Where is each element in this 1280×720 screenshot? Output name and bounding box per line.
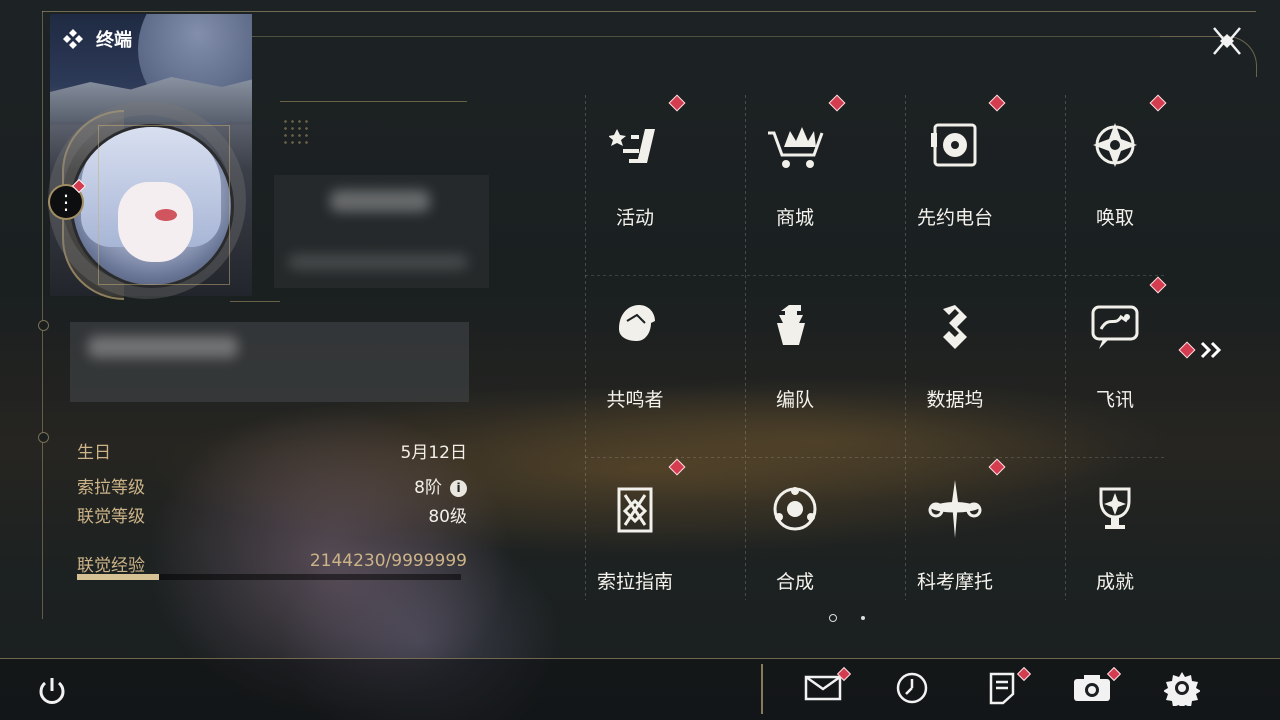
bottom-divider-line [0,658,1280,659]
convene-icon [1080,110,1150,180]
settings-gear-icon [1164,672,1200,706]
close-icon [1213,27,1241,55]
more-vertical-icon: ⋮ [56,190,76,214]
team-chess-icon [760,292,830,362]
clock-icon [896,672,928,704]
menu-item-convene[interactable]: 唤取 [1055,100,1175,250]
menu-item-data-bank[interactable]: 数据坞 [895,282,1015,432]
stat-label: 生日 [77,443,111,463]
menu-item-motorcycle[interactable]: 科考摩托 [895,464,1015,614]
stat-birthday: 生日 5月12日 [77,438,467,463]
menu-item-label: 编队 [775,389,814,411]
menu-item-shop[interactable]: 商城 [735,100,855,250]
info-icon[interactable]: i [450,479,467,497]
shop-cart-icon [760,110,830,180]
xp-progress-bar [77,574,461,580]
blurred-id-text [288,254,468,270]
menu-item-label: 合成 [775,571,814,593]
blurred-signature-field[interactable] [70,322,469,402]
notes-icon [989,672,1015,705]
menu-item-label: 商城 [775,207,814,229]
grid-divider [585,457,1165,458]
frame-line-inner [250,36,1160,37]
stat-label: 联觉等级 [77,507,145,527]
bottom-separator [761,664,763,714]
menu-item-radio[interactable]: 先约电台 [895,100,1015,250]
stat-union-xp: 联觉经验 2144230/9999999 [77,551,467,576]
menu-item-label: 共鸣者 [606,389,664,411]
avatar-frame [98,125,230,285]
menu-item-label: 成就 [1095,571,1134,593]
frame-line-top [42,11,1256,12]
menu-item-label: 飞讯 [1095,389,1134,411]
menu-item-synthesis[interactable]: 合成 [735,464,855,614]
menu-item-label: 活动 [615,207,654,229]
menu-item-messages[interactable]: 飞讯 [1055,282,1175,432]
stat-label: 索拉等级 [77,478,145,498]
stat-value: 5月12日 [400,443,467,463]
blurred-signature-text [88,336,238,358]
menu-item-activity[interactable]: 活动 [575,100,695,250]
activity-icon [600,110,670,180]
stat-label: 联觉经验 [77,556,145,576]
blurred-name-text [330,190,430,212]
message-bubble-icon [1080,292,1150,362]
page-indicator-active[interactable] [829,614,837,622]
frame-tick [38,432,49,443]
next-page-button[interactable] [1178,340,1225,360]
settings-button[interactable] [1162,668,1202,708]
data-bank-icon [920,292,990,362]
grid-divider [585,275,1165,276]
camera-icon [1074,675,1110,701]
clock-button[interactable] [892,668,932,708]
stat-union-level: 联觉等级 80级 [77,502,467,527]
menu-item-team[interactable]: 编队 [735,282,855,432]
menu-item-label: 数据坞 [926,389,984,411]
stat-sol-rank: 索拉等级 8阶 i [77,473,467,498]
mail-icon [804,675,842,701]
radio-icon [920,110,990,180]
menu-item-guide[interactable]: 索拉指南 [575,464,695,614]
stat-value-wrap: 8阶 i [414,473,467,498]
deco-dot-grid [282,118,310,146]
stat-value: 8阶 [414,478,442,498]
stat-value: 80级 [428,507,467,527]
menu-item-achievements[interactable]: 成就 [1055,464,1175,614]
power-icon [39,678,65,704]
terminal-diamond-icon [63,29,83,49]
menu-item-label: 先约电台 [916,207,993,229]
xp-progress-fill [77,574,160,580]
guide-icon [600,474,670,544]
menu-item-resonators[interactable]: 共鸣者 [575,282,695,432]
motorcycle-icon [920,474,990,544]
double-chevron-right-icon [1200,341,1222,359]
deco-line [280,101,467,102]
menu-item-label: 唤取 [1095,207,1134,229]
notification-badge [1178,341,1196,359]
trophy-icon [1080,474,1150,544]
menu-item-label: 科考摩托 [916,571,993,593]
deco-line [230,301,280,302]
page-indicator[interactable] [861,616,865,620]
stat-value: 2144230/9999999 [309,551,467,571]
terminal-title: 终端 [96,30,132,51]
resonator-icon [600,292,670,362]
power-button[interactable] [32,671,72,711]
close-button[interactable] [1208,22,1246,60]
synthesis-icon [760,474,830,544]
menu-item-label: 索拉指南 [596,571,673,593]
terminal-header: 终端 [62,26,132,52]
